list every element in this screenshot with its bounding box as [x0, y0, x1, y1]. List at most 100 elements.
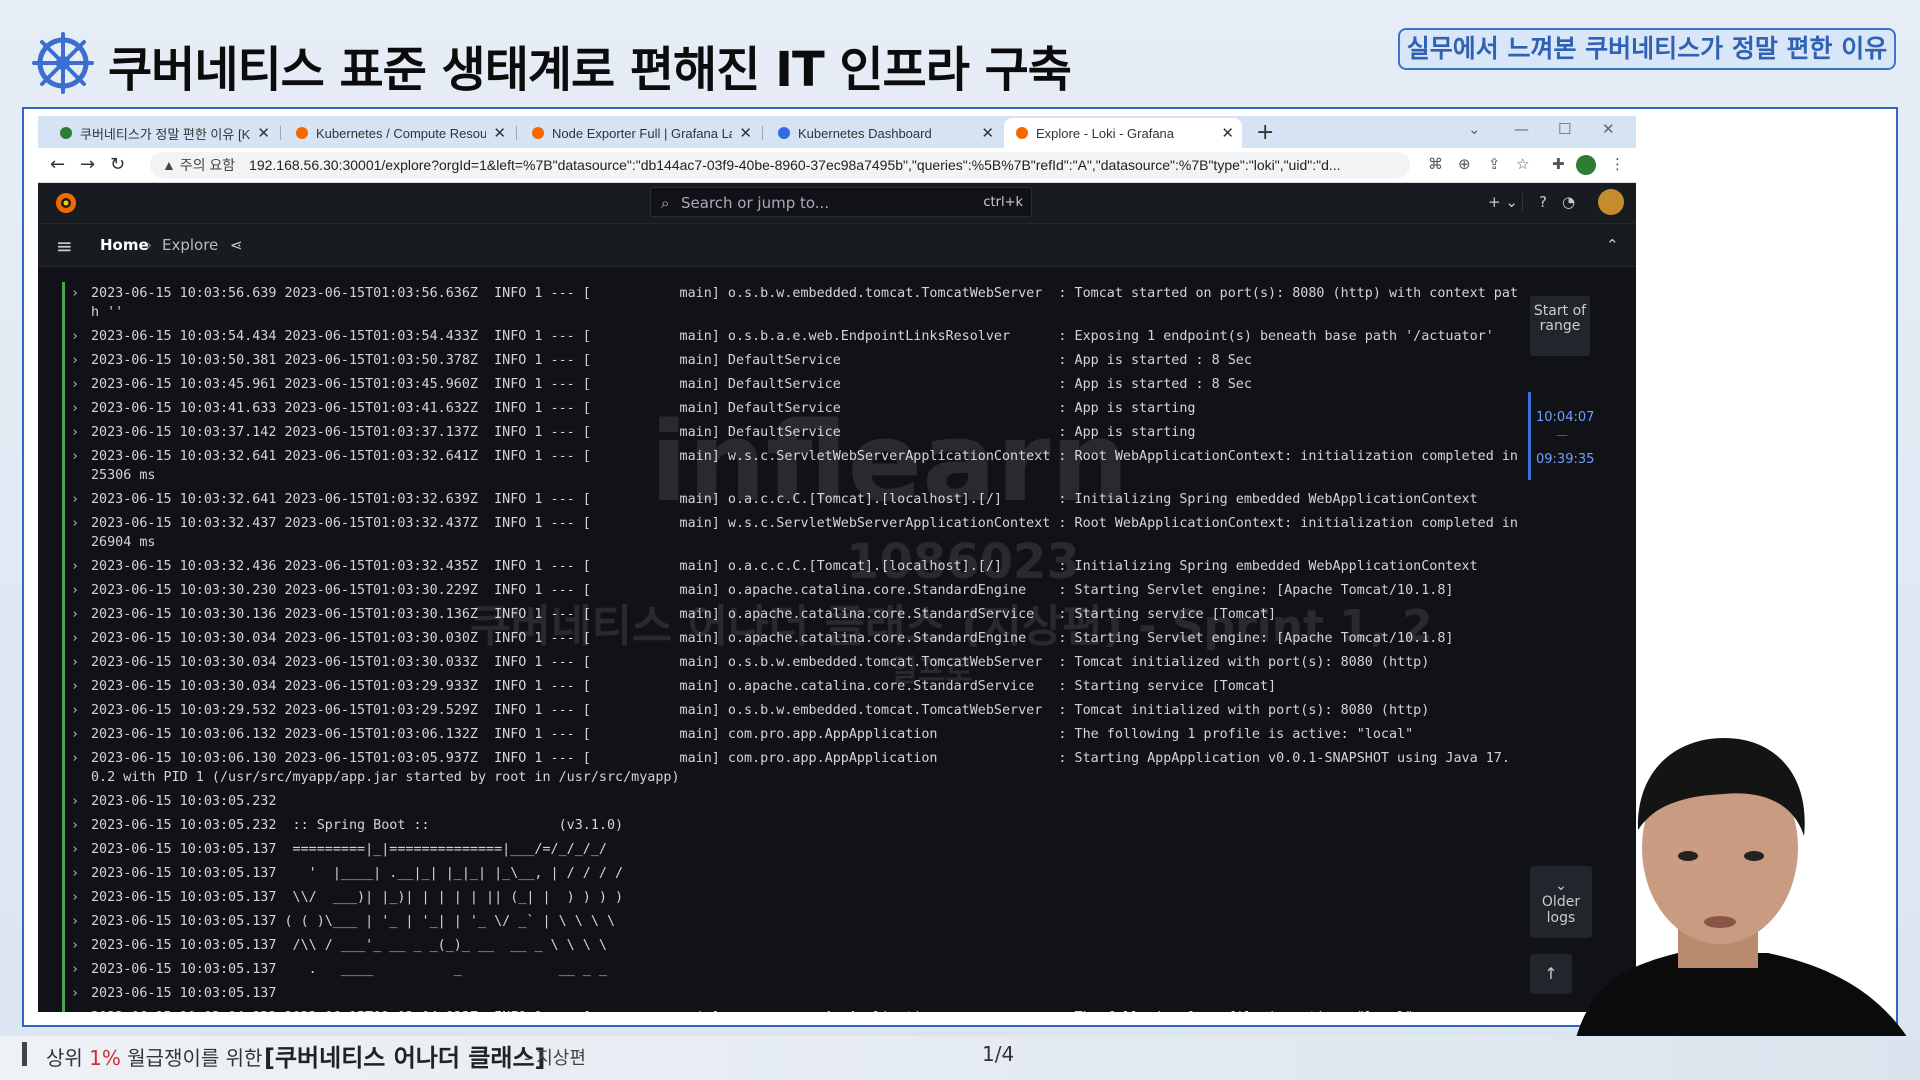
tab-close-icon[interactable]: ✕ — [981, 124, 994, 142]
log-row[interactable]: › 2023-06-15 10:03:54.434 2023-06-15T01:0… — [62, 325, 1562, 349]
slide-header: 쿠버네티스 표준 생태계로 편해진 IT 인프라 구축 실무에서 느껴본 쿠버네… — [0, 0, 1920, 105]
expand-chevron-icon[interactable]: › — [71, 375, 79, 394]
menu-hamburger-icon[interactable]: ≡ — [56, 234, 73, 258]
log-row[interactable]: › 2023-06-15 10:03:30.230 2023-06-15T01:0… — [62, 579, 1562, 603]
news-feed-icon[interactable]: ◔ — [1562, 193, 1575, 211]
expand-chevron-icon[interactable]: › — [71, 1008, 79, 1012]
log-row[interactable]: › 2023-06-15 10:03:05.137 — [62, 982, 1562, 1006]
log-row[interactable]: › 2023-06-15 10:03:30.034 2023-06-15T01:0… — [62, 627, 1562, 651]
add-new-icon[interactable]: + ⌄ — [1488, 193, 1518, 211]
breadcrumb-home[interactable]: Home — [100, 236, 149, 254]
expand-chevron-icon[interactable]: › — [71, 629, 79, 648]
expand-chevron-icon[interactable]: › — [71, 864, 79, 883]
expand-chevron-icon[interactable]: › — [71, 912, 79, 931]
expand-chevron-icon[interactable]: › — [71, 653, 79, 672]
log-row[interactable]: › 2023-06-15 10:03:06.130 2023-06-15T01:0… — [62, 747, 1562, 790]
share-link-icon[interactable]: ⋖ — [230, 236, 243, 254]
security-warning[interactable]: ▲ 주의 요함 — [162, 157, 235, 173]
expand-chevron-icon[interactable]: › — [71, 840, 79, 859]
expand-chevron-icon[interactable]: › — [71, 816, 79, 835]
log-row[interactable]: › 2023-06-15 10:03:32.436 2023-06-15T01:0… — [62, 555, 1562, 579]
tab-search-chevron-icon[interactable]: ⌄ — [1468, 120, 1481, 138]
expand-chevron-icon[interactable]: › — [71, 581, 79, 600]
close-window-icon[interactable]: ✕ — [1602, 120, 1615, 138]
translate-icon[interactable]: ⌘ — [1428, 155, 1443, 173]
start-of-range-button[interactable]: Start of range — [1530, 296, 1590, 356]
expand-chevron-icon[interactable]: › — [71, 284, 79, 303]
share-icon[interactable]: ⇪ — [1488, 155, 1501, 173]
log-row[interactable]: › 2023-06-15 10:03:37.142 2023-06-15T01:0… — [62, 421, 1562, 445]
log-row[interactable]: › 2023-06-15 10:03:05.232 — [62, 790, 1562, 814]
expand-chevron-icon[interactable]: › — [71, 725, 79, 744]
log-row[interactable]: › 2023-06-15 10:03:05.137 =========|_|===… — [62, 838, 1562, 862]
expand-chevron-icon[interactable]: › — [71, 605, 79, 624]
collapse-chevron-icon[interactable]: ⌃ — [1606, 236, 1619, 254]
log-row[interactable]: › 2023-06-15 10:03:30.136 2023-06-15T01:0… — [62, 603, 1562, 627]
expand-chevron-icon[interactable]: › — [71, 327, 79, 346]
expand-chevron-icon[interactable]: › — [71, 984, 79, 1003]
expand-chevron-icon[interactable]: › — [71, 514, 79, 533]
back-arrow-icon[interactable]: ← — [50, 154, 65, 175]
log-row[interactable]: › 2023-06-15 10:03:29.532 2023-06-15T01:0… — [62, 699, 1562, 723]
profile-avatar[interactable] — [1576, 155, 1596, 175]
tab-close-icon[interactable]: ✕ — [739, 124, 752, 142]
new-tab-button[interactable]: + — [1256, 120, 1274, 145]
log-row[interactable]: › 2023-06-15 10:03:32.641 2023-06-15T01:0… — [62, 445, 1562, 488]
tab-explore-loki[interactable]: Explore - Loki - Grafana ✕ — [1004, 118, 1242, 148]
tab-node-exporter[interactable]: Node Exporter Full | Grafana La ✕ — [520, 118, 760, 148]
tab-close-icon[interactable]: ✕ — [257, 124, 270, 142]
tab-k8s-lecture[interactable]: 쿠버네티스가 정말 편한 이유 [K ✕ — [48, 118, 278, 148]
log-line-text: 2023-06-15 10:03:06.132 2023-06-15T01:03… — [91, 727, 1414, 742]
expand-chevron-icon[interactable]: › — [71, 936, 79, 955]
log-row[interactable]: › 2023-06-15 10:03:05.137 /\\ / ___'_ __ … — [62, 934, 1562, 958]
expand-chevron-icon[interactable]: › — [71, 423, 79, 442]
expand-chevron-icon[interactable]: › — [71, 399, 79, 418]
tab-close-icon[interactable]: ✕ — [1221, 124, 1234, 142]
log-row[interactable]: › 2023-06-15 10:03:32.437 2023-06-15T01:0… — [62, 512, 1562, 555]
log-row[interactable]: › 2023-06-15 10:03:56.639 2023-06-15T01:0… — [62, 282, 1562, 325]
log-row[interactable]: › 2023-06-15 10:03:04.932 2023-06-15T01:0… — [62, 1006, 1562, 1012]
expand-chevron-icon[interactable]: › — [71, 490, 79, 509]
log-row[interactable]: › 2023-06-15 10:03:05.137 ' |____| .__|_|… — [62, 862, 1562, 886]
forward-arrow-icon[interactable]: → — [80, 154, 95, 175]
expand-chevron-icon[interactable]: › — [71, 792, 79, 811]
tab-compute-resources[interactable]: Kubernetes / Compute Resourc ✕ — [284, 118, 514, 148]
expand-chevron-icon[interactable]: › — [71, 960, 79, 979]
footer-accent-bar — [22, 1042, 27, 1066]
log-row[interactable]: › 2023-06-15 10:03:30.034 2023-06-15T01:0… — [62, 651, 1562, 675]
log-row[interactable]: › 2023-06-15 10:03:30.034 2023-06-15T01:0… — [62, 675, 1562, 699]
log-row[interactable]: › 2023-06-15 10:03:05.137 \\/ ___)| |_)| … — [62, 886, 1562, 910]
expand-chevron-icon[interactable]: › — [71, 557, 79, 576]
tab-close-icon[interactable]: ✕ — [493, 124, 506, 142]
expand-chevron-icon[interactable]: › — [71, 749, 79, 768]
log-row[interactable]: › 2023-06-15 10:03:05.232 :: Spring Boot … — [62, 814, 1562, 838]
log-row[interactable]: › 2023-06-15 10:03:41.633 2023-06-15T01:0… — [62, 397, 1562, 421]
log-row[interactable]: › 2023-06-15 10:03:50.381 2023-06-15T01:0… — [62, 349, 1562, 373]
log-line-text: 2023-06-15 10:03:05.232 — [91, 794, 277, 809]
browser-menu-icon[interactable]: ⋮ — [1610, 155, 1625, 173]
reload-icon[interactable]: ↻ — [110, 154, 125, 175]
user-avatar[interactable] — [1598, 189, 1624, 215]
minimize-icon[interactable]: — — [1514, 120, 1529, 138]
expand-chevron-icon[interactable]: › — [71, 677, 79, 696]
url-field[interactable]: ▲ 주의 요함 192.168.56.30:30001/explore?orgI… — [150, 152, 1410, 178]
tab-label: Node Exporter Full | Grafana La — [552, 125, 732, 141]
log-row[interactable]: › 2023-06-15 10:03:45.961 2023-06-15T01:0… — [62, 373, 1562, 397]
expand-chevron-icon[interactable]: › — [71, 351, 79, 370]
zoom-icon[interactable]: ⊕ — [1458, 155, 1471, 173]
search-bar[interactable]: ⌕ Search or jump to... ctrl+k — [650, 187, 1032, 217]
expand-chevron-icon[interactable]: › — [71, 701, 79, 720]
tab-separator — [516, 126, 517, 140]
log-row[interactable]: › 2023-06-15 10:03:05.137 ( ( )\___ | '_ … — [62, 910, 1562, 934]
log-row[interactable]: › 2023-06-15 10:03:05.137 . ____ _ __ _ _ — [62, 958, 1562, 982]
extensions-icon[interactable]: ✚ — [1552, 155, 1565, 173]
grafana-logo-icon[interactable] — [54, 191, 78, 215]
log-row[interactable]: › 2023-06-15 10:03:32.641 2023-06-15T01:0… — [62, 488, 1562, 512]
bookmark-star-icon[interactable]: ☆ — [1516, 155, 1529, 173]
expand-chevron-icon[interactable]: › — [71, 888, 79, 907]
tab-kubernetes-dashboard[interactable]: Kubernetes Dashboard ✕ — [766, 118, 1002, 148]
expand-chevron-icon[interactable]: › — [71, 447, 79, 466]
maximize-icon[interactable]: ☐ — [1558, 120, 1571, 138]
log-row[interactable]: › 2023-06-15 10:03:06.132 2023-06-15T01:0… — [62, 723, 1562, 747]
help-icon[interactable]: ? — [1522, 193, 1547, 211]
